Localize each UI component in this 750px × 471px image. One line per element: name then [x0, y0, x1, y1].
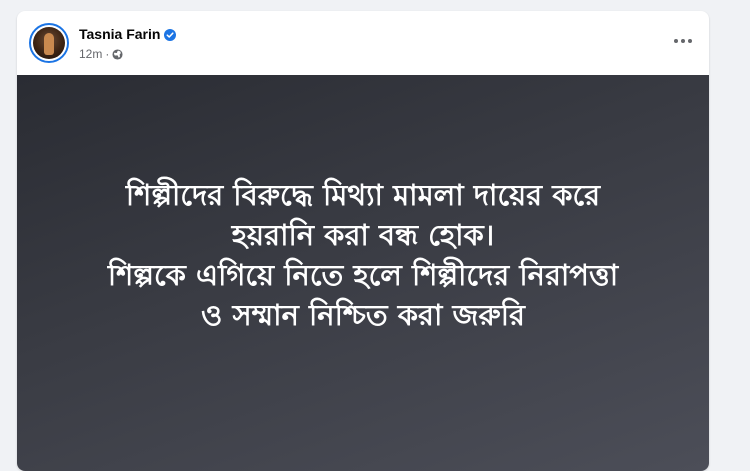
verified-badge-icon — [164, 28, 177, 41]
post-card: Tasnia Farin 12m · শিল্পীদের বিরুদ্ধে মি… — [17, 11, 709, 471]
more-horizontal-icon — [674, 39, 692, 43]
post-image[interactable]: শিল্পীদের বিরুদ্ধে মিথ্যা মামলা দায়ের ক… — [17, 75, 709, 471]
author-avatar[interactable] — [29, 23, 69, 63]
author-name[interactable]: Tasnia Farin — [79, 25, 160, 43]
post-header: Tasnia Farin 12m · — [17, 11, 709, 75]
image-text-line-1: শিল্পীদের বিরুদ্ধে মিথ্যা মামলা দায়ের ক… — [125, 178, 601, 212]
post-timestamp[interactable]: 12m — [79, 47, 102, 61]
image-text: শিল্পীদের বিরুদ্ধে মিথ্যা মামলা দায়ের ক… — [43, 175, 683, 335]
image-text-line-3: শিল্পকে এগিয়ে নিতে হলে শিল্পীদের নিরাপত… — [107, 258, 619, 292]
post-meta: 12m · — [79, 46, 123, 62]
more-options-button[interactable] — [667, 27, 699, 55]
avatar-image — [33, 27, 65, 59]
globe-icon[interactable] — [112, 48, 123, 60]
author-row: Tasnia Farin — [79, 25, 177, 43]
meta-separator: · — [105, 47, 110, 61]
image-text-line-4: ও সম্মান নিশ্চিত করা জরুরি — [201, 298, 525, 332]
image-text-line-2: হয়রানি করা বন্ধ হোক। — [231, 218, 495, 252]
